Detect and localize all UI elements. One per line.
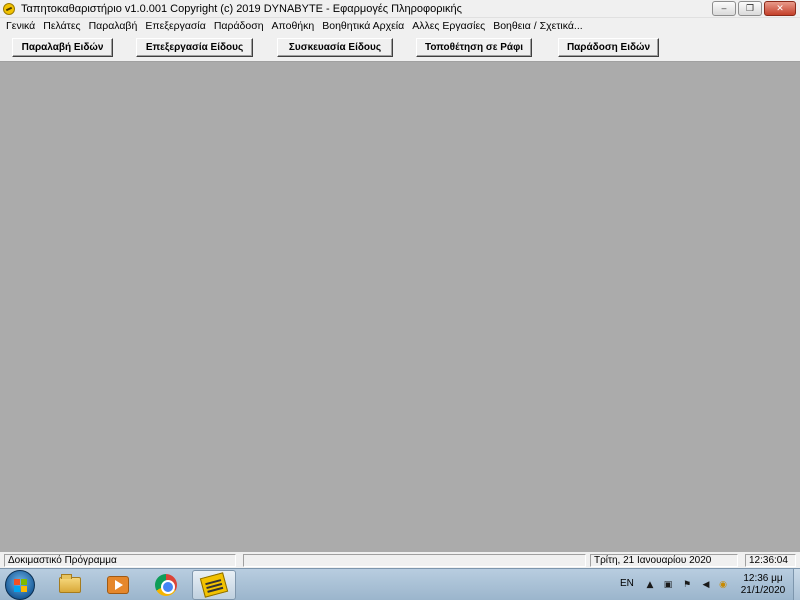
- mdi-workspace: [0, 63, 800, 552]
- status-message: [243, 554, 586, 567]
- action-center-flag-icon[interactable]: ⚑: [681, 580, 693, 591]
- tray-app-icon[interactable]: ◉: [717, 580, 729, 591]
- windows-logo-icon: [14, 579, 27, 592]
- shelve-item-button[interactable]: Τοποθέτηση σε Ράφι: [416, 38, 532, 57]
- taskbar-clock[interactable]: 12:36 μμ 21/1/2020: [738, 573, 788, 597]
- maximize-button[interactable]: ❐: [738, 1, 762, 16]
- menu-other-tasks[interactable]: Αλλες Εργασίες: [409, 20, 490, 32]
- deliver-items-button[interactable]: Παράδοση Ειδών: [558, 38, 659, 57]
- process-item-button[interactable]: Επεξεργασία Είδους: [136, 38, 253, 57]
- window-title: Ταπητοκαθαριστήριο v1.0.001 Copyright (c…: [21, 2, 462, 15]
- taskbar-chrome[interactable]: [144, 570, 188, 600]
- menu-bar: Γενικά Πελάτες Παραλαβή Επεξεργασία Παρά…: [0, 18, 800, 34]
- language-indicator[interactable]: EN: [620, 578, 634, 589]
- folder-icon: [59, 574, 81, 593]
- taskbar-cleaning-app[interactable]: [192, 570, 236, 600]
- taskbar: EN ▲ ▣ ⚑ ◀ ◉ 12:36 μμ 21/1/2020: [0, 568, 800, 600]
- show-hidden-icons-icon[interactable]: ▲: [644, 580, 656, 591]
- menu-warehouse[interactable]: Αποθήκη: [269, 20, 320, 32]
- status-date: Τρίτη, 21 Ιανουαρίου 2020: [590, 554, 738, 567]
- clock-date: 21/1/2020: [740, 585, 786, 596]
- status-bar: Δοκιμαστικό Πρόγραμμα Τρίτη, 21 Ιανουαρί…: [0, 552, 800, 568]
- status-time: 12:36:04: [745, 554, 796, 567]
- menu-auxiliary-files[interactable]: Βοηθητικά Αρχεία: [319, 20, 409, 32]
- package-item-button[interactable]: Συσκευασία Είδους: [277, 38, 393, 57]
- close-button[interactable]: ✕: [764, 1, 796, 16]
- clock-time: 12:36 μμ: [743, 573, 783, 584]
- minimize-button[interactable]: ‒: [712, 1, 736, 16]
- taskbar-explorer[interactable]: [48, 570, 92, 600]
- toolbar: Παραλαβή Ειδών Επεξεργασία Είδους Συσκευ…: [0, 34, 800, 62]
- menu-help-about[interactable]: Βοηθεια / Σχετικά...: [490, 20, 587, 32]
- start-button[interactable]: [5, 570, 35, 600]
- menu-general[interactable]: Γενικά: [3, 20, 40, 32]
- chrome-icon: [155, 574, 177, 596]
- taskbar-media-player[interactable]: [96, 570, 140, 600]
- status-mode: Δοκιμαστικό Πρόγραμμα: [4, 554, 236, 567]
- title-bar: Ταπητοκαθαριστήριο v1.0.001 Copyright (c…: [0, 0, 800, 18]
- menu-delivery[interactable]: Παράδοση: [211, 20, 269, 32]
- volume-icon[interactable]: ◀: [700, 580, 712, 591]
- menu-customers[interactable]: Πελάτες: [40, 20, 85, 32]
- app-icon: [199, 572, 229, 598]
- menu-receipt[interactable]: Παραλαβή: [86, 20, 143, 32]
- menu-processing[interactable]: Επεξεργασία: [142, 20, 211, 32]
- media-player-icon: [107, 576, 129, 594]
- window-controls: ‒ ❐ ✕: [712, 1, 796, 16]
- receive-items-button[interactable]: Παραλαβή Ειδών: [12, 38, 113, 57]
- app-icon[interactable]: [3, 2, 15, 15]
- network-icon[interactable]: ▣: [662, 580, 674, 591]
- show-desktop-button[interactable]: [793, 569, 800, 600]
